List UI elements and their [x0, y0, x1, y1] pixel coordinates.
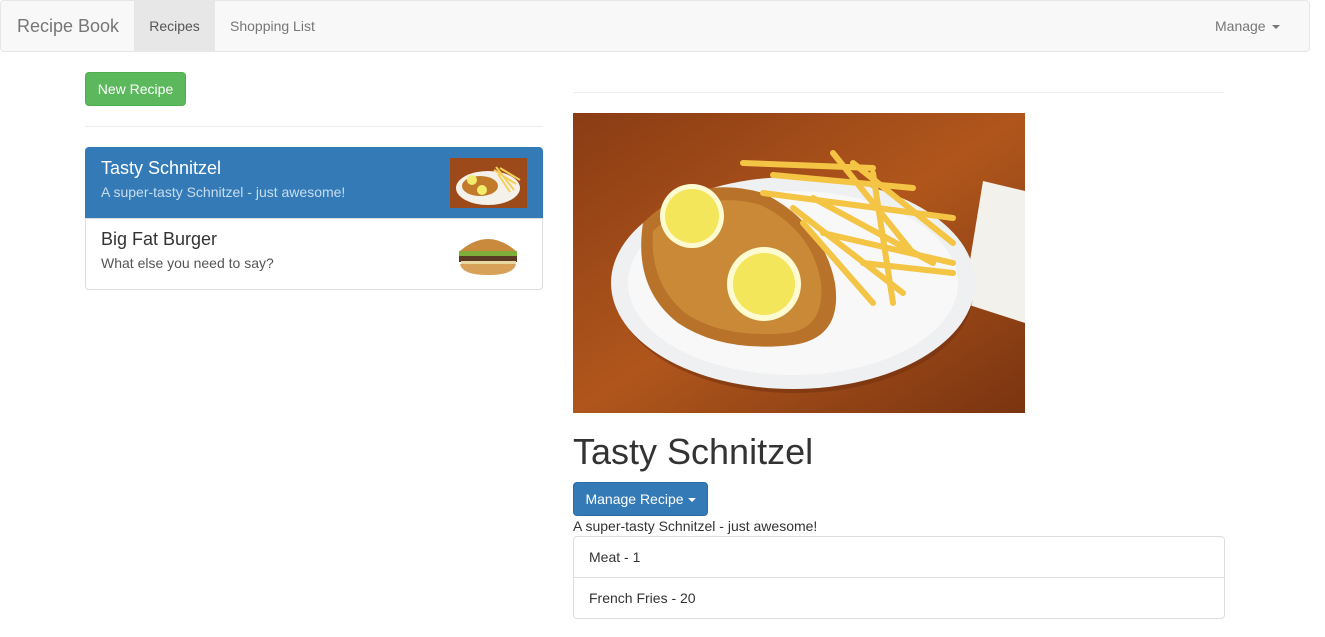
manage-recipe-button[interactable]: Manage Recipe [573, 482, 708, 516]
ingredient-list: Meat - 1 French Fries - 20 [573, 536, 1225, 619]
nav-link-recipes[interactable]: Recipes [134, 1, 215, 51]
manage-recipe-label: Manage Recipe [585, 491, 684, 507]
divider [573, 92, 1224, 93]
burger-thumbnail-icon [450, 229, 527, 279]
schnitzel-thumbnail-icon [450, 158, 527, 208]
recipe-item-name: Big Fat Burger [101, 229, 218, 249]
recipe-item-description: A super-tasty Schnitzel - just awesome! [101, 184, 346, 200]
nav-link-shopping-list[interactable]: Shopping List [230, 1, 315, 51]
recipe-list: Tasty Schnitzel A super-tasty Schnitzel … [85, 147, 543, 290]
caret-down-icon [1271, 25, 1280, 30]
divider [85, 126, 543, 127]
navbar-brand[interactable]: Recipe Book [17, 16, 119, 36]
recipe-item-description: What else you need to say? [101, 255, 274, 271]
ingredient-item: Meat - 1 [573, 536, 1225, 578]
recipe-detail-description: A super-tasty Schnitzel - just awesome! [573, 518, 818, 534]
recipe-item[interactable]: Big Fat Burger What else you need to say… [85, 218, 543, 290]
manage-dropdown[interactable]: Manage [1215, 1, 1280, 51]
manage-dropdown-label: Manage [1215, 18, 1266, 34]
new-recipe-button[interactable]: New Recipe [85, 72, 186, 106]
navbar: Recipe Book Recipes Shopping List Manage [0, 0, 1310, 52]
caret-down-icon [687, 498, 696, 503]
recipe-item[interactable]: Tasty Schnitzel A super-tasty Schnitzel … [85, 147, 543, 219]
recipe-item-name: Tasty Schnitzel [101, 158, 222, 178]
ingredient-item: French Fries - 20 [573, 577, 1225, 619]
recipe-detail-title: Tasty Schnitzel [573, 431, 814, 472]
schnitzel-photo-icon [573, 113, 1025, 413]
